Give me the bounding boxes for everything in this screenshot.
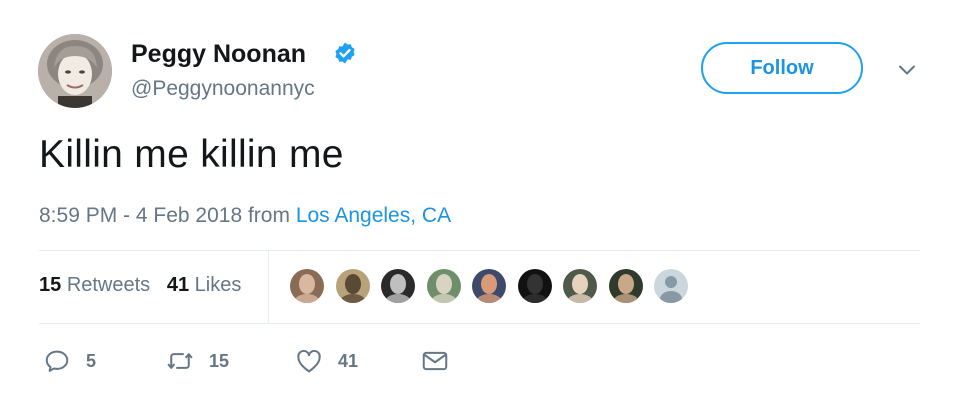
retweets-count: 15 <box>39 274 62 296</box>
retweet-action[interactable]: 15 <box>165 344 229 378</box>
liker-photo-icon <box>563 269 597 303</box>
liker-photo-icon <box>335 269 370 303</box>
divider-bottom <box>39 323 920 324</box>
envelope-icon <box>422 351 448 371</box>
tweet-metadata: 8:59 PM - 4 Feb 2018 from Los Angeles, C… <box>39 204 451 228</box>
likes-stat[interactable]: 41 Likes <box>167 274 242 296</box>
liker-photo-icon <box>426 269 461 303</box>
liker-avatar-5[interactable] <box>470 267 508 305</box>
liker-photo-icon <box>608 269 643 303</box>
liker-avatar-9[interactable] <box>652 267 690 305</box>
reply-icon <box>45 350 69 372</box>
profile-photo-icon <box>38 34 112 108</box>
direct-message-action[interactable] <box>420 344 450 378</box>
verified-badge-icon <box>335 42 355 64</box>
author-name[interactable]: Peggy Noonan <box>131 40 306 69</box>
likes-count: 41 <box>166 274 190 296</box>
retweets-stat[interactable]: 15 Retweets <box>39 274 150 296</box>
like-count: 41 <box>338 350 359 371</box>
divider-top <box>39 250 920 251</box>
liker-photo-icon <box>381 269 415 303</box>
liker-photo-icon <box>472 269 506 303</box>
retweets-label: Retweets <box>66 274 151 296</box>
reply-action[interactable]: 5 <box>42 344 96 378</box>
tweet-timestamp[interactable]: 8:59 PM - 4 Feb 2018 <box>39 204 242 227</box>
liker-avatar-8[interactable] <box>606 267 645 305</box>
likes-label: Likes <box>194 274 242 296</box>
liker-avatar-1[interactable] <box>288 267 326 305</box>
stats-divider <box>268 250 269 323</box>
from-label: from <box>247 204 290 227</box>
liker-avatar-2[interactable] <box>333 267 372 305</box>
liker-avatar-3[interactable] <box>379 267 417 305</box>
follow-button[interactable]: Follow <box>701 42 863 94</box>
liker-photo-icon <box>517 269 552 303</box>
tweet-stats: 15 Retweets 41 Likes <box>39 274 241 297</box>
heart-icon <box>297 349 321 373</box>
reply-count: 5 <box>86 350 97 371</box>
author-avatar[interactable] <box>38 34 112 108</box>
chevron-down-icon[interactable] <box>895 58 919 82</box>
like-action[interactable]: 41 <box>294 344 358 378</box>
liker-photo-icon <box>654 269 688 303</box>
retweet-count: 15 <box>209 350 230 371</box>
tweet-location-link[interactable]: Los Angeles, CA <box>296 204 451 227</box>
author-handle[interactable]: @Peggynoonannyc <box>131 77 315 101</box>
liker-avatar-4[interactable] <box>424 267 463 305</box>
retweet-icon <box>167 353 193 369</box>
liker-avatar-6[interactable] <box>515 267 554 305</box>
liker-photo-icon <box>290 269 324 303</box>
tweet-text: Killin me killin me <box>39 133 344 176</box>
tweet-card: Peggy Noonan @Peggynoonannyc Follow Kill… <box>0 0 980 403</box>
liker-avatar-7[interactable] <box>561 267 599 305</box>
